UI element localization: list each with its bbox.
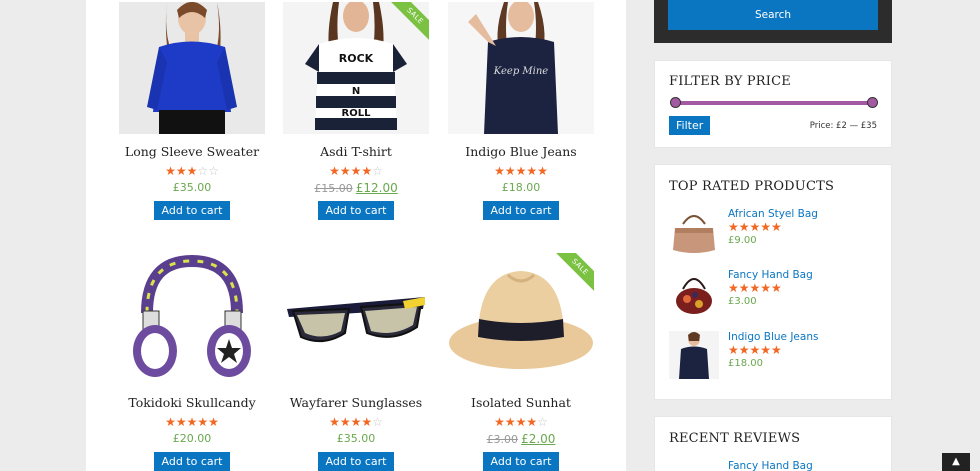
product-card: Long Sleeve Sweater ★★★☆☆ £35.00 Add to … bbox=[118, 2, 266, 220]
product-name[interactable]: Asdi T-shirt bbox=[282, 144, 430, 162]
star-rating: ★★★★★ bbox=[728, 220, 782, 234]
price-range-label: Price: £2 — £35 bbox=[809, 121, 877, 131]
product-grid: Long Sleeve Sweater ★★★☆☆ £35.00 Add to … bbox=[86, 0, 626, 471]
product-image[interactable]: ROCK N ROLL SALE bbox=[283, 2, 429, 134]
filter-button[interactable]: Filter bbox=[669, 116, 711, 135]
product-image[interactable] bbox=[119, 253, 265, 385]
add-to-cart-button[interactable]: Add to cart bbox=[317, 201, 395, 220]
star-rating: ★★★★☆ bbox=[329, 164, 383, 178]
product-name[interactable]: Indigo Blue Jeans bbox=[447, 144, 595, 162]
product-thumbnail[interactable] bbox=[669, 269, 719, 317]
star-rating: ★★★★☆ bbox=[329, 415, 383, 429]
product-card: Wayfarer Sunglasses ★★★★☆ £35.00 Add to … bbox=[282, 253, 430, 471]
product-thumbnail[interactable] bbox=[669, 208, 719, 256]
product-price: £9.00 bbox=[728, 235, 757, 246]
list-item: Fancy Hand Bag ★★★★★ £3.00 bbox=[669, 269, 879, 317]
svg-text:ROCK: ROCK bbox=[339, 52, 374, 65]
double-chevron-up-icon[interactable]: ▲ bbox=[942, 453, 970, 471]
add-to-cart-button[interactable]: Add to cart bbox=[482, 201, 560, 220]
add-to-cart-button[interactable]: Add to cart bbox=[317, 452, 395, 471]
add-to-cart-button[interactable]: Add to cart bbox=[153, 201, 231, 220]
product-price: £15.00 £12.00 bbox=[314, 181, 398, 195]
slider-min-handle[interactable] bbox=[670, 97, 681, 108]
product-price: £3.00 bbox=[728, 296, 757, 307]
svg-text:N: N bbox=[352, 86, 360, 97]
star-rating: ★★★★★ bbox=[728, 281, 782, 295]
product-card: Tokidoki Skullcandy ★★★★★ £20.00 Add to … bbox=[118, 253, 266, 471]
product-name[interactable]: Long Sleeve Sweater bbox=[118, 144, 266, 162]
star-rating: ★★★★★ bbox=[494, 164, 548, 178]
widget-title: RECENT REVIEWS bbox=[669, 431, 801, 446]
widget-title: FILTER BY PRICE bbox=[669, 74, 791, 89]
search-button[interactable]: Search bbox=[668, 0, 878, 30]
add-to-cart-button[interactable]: Add to cart bbox=[153, 452, 231, 471]
star-rating: ★★★★★ bbox=[728, 343, 782, 357]
slider-max-handle[interactable] bbox=[867, 97, 878, 108]
product-link[interactable]: Fancy Hand Bag bbox=[728, 269, 813, 281]
product-name[interactable]: Tokidoki Skullcandy bbox=[118, 395, 266, 413]
top-rated-products-widget: TOP RATED PRODUCTS African Styel Bag ★★★… bbox=[654, 164, 892, 400]
recent-reviews-widget: RECENT REVIEWS Fancy Hand Bag bbox=[654, 416, 892, 471]
product-thumbnail[interactable] bbox=[669, 331, 719, 379]
price-range-slider[interactable] bbox=[670, 97, 878, 108]
product-image[interactable] bbox=[119, 2, 265, 134]
product-image[interactable]: Keep Mine bbox=[448, 2, 594, 134]
product-price: £18.00 bbox=[728, 358, 763, 369]
star-rating: ★★★★★ bbox=[165, 415, 219, 429]
product-image[interactable]: SALE bbox=[448, 253, 594, 385]
widget-title: TOP RATED PRODUCTS bbox=[669, 179, 835, 194]
search-widget: Search bbox=[654, 0, 892, 43]
product-price: £35.00 bbox=[336, 432, 376, 445]
product-link[interactable]: African Styel Bag bbox=[728, 208, 818, 220]
list-item: Indigo Blue Jeans ★★★★★ £18.00 bbox=[669, 331, 879, 379]
star-rating: ★★★★☆ bbox=[494, 415, 548, 429]
product-link[interactable]: Indigo Blue Jeans bbox=[728, 331, 818, 343]
list-item: African Styel Bag ★★★★★ £9.00 bbox=[669, 208, 879, 256]
add-to-cart-button[interactable]: Add to cart bbox=[482, 452, 560, 471]
product-price: £3.00 £2.00 bbox=[486, 432, 556, 446]
review-product-link[interactable]: Fancy Hand Bag bbox=[728, 460, 813, 471]
star-rating: ★★★☆☆ bbox=[165, 164, 219, 178]
product-name[interactable]: Wayfarer Sunglasses bbox=[282, 395, 430, 413]
product-name[interactable]: Isolated Sunhat bbox=[447, 395, 595, 413]
svg-text:Keep Mine: Keep Mine bbox=[493, 66, 548, 77]
product-card: ROCK N ROLL SALE Asdi T-shirt ★★★★☆ £15.… bbox=[282, 2, 430, 220]
product-price: £20.00 bbox=[172, 432, 212, 445]
product-price: £18.00 bbox=[501, 181, 541, 194]
product-card: SALE Isolated Sunhat ★★★★☆ £3.00 £2.00 Ad… bbox=[447, 253, 595, 471]
product-price: £35.00 bbox=[172, 181, 212, 194]
svg-text:ROLL: ROLL bbox=[342, 108, 372, 119]
filter-by-price-widget: FILTER BY PRICE Filter Price: £2 — £35 bbox=[654, 60, 892, 148]
product-card: Keep Mine Indigo Blue Jeans ★★★★★ £18.00… bbox=[447, 2, 595, 220]
product-image[interactable] bbox=[283, 253, 429, 385]
